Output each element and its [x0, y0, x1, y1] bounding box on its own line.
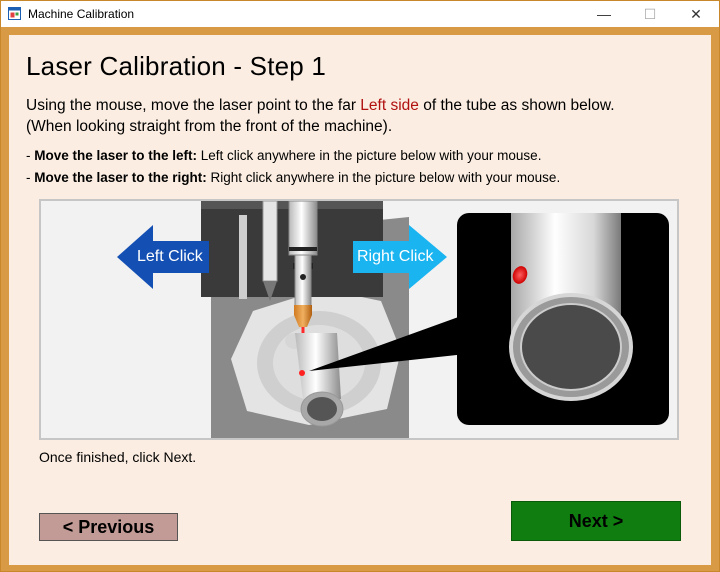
instruction-part-1: Using the mouse, move the laser point to…	[26, 97, 361, 114]
bullet-right-title: Move the laser to the right:	[34, 170, 207, 185]
minimize-button[interactable]: —	[581, 1, 627, 27]
previous-button[interactable]: < Previous	[39, 513, 178, 541]
laser-spot-small	[299, 370, 305, 376]
next-button[interactable]: Next >	[511, 501, 681, 541]
bullet-move-left: - Move the laser to the left: Left click…	[26, 148, 541, 163]
app-window: Machine Calibration — ☐ ✕ Laser Calibrat…	[0, 0, 720, 572]
bullet-move-right: - Move the laser to the right: Right cli…	[26, 170, 560, 185]
close-button[interactable]: ✕	[673, 1, 719, 27]
maximize-button[interactable]: ☐	[627, 1, 673, 27]
instruction-highlight: Left side	[360, 97, 419, 114]
laser-column	[288, 201, 318, 256]
title-bar: Machine Calibration — ☐ ✕	[1, 1, 719, 27]
calibration-picture[interactable]: Left Click Right Click	[39, 199, 679, 440]
bullet-right-text: Right click anywhere in the picture belo…	[206, 170, 561, 185]
finished-hint: Once finished, click Next.	[39, 449, 197, 465]
machine-illustration	[117, 201, 669, 438]
left-arrow	[117, 225, 209, 289]
bullet-left-title: Move the laser to the left:	[34, 148, 198, 163]
window-title: Machine Calibration	[28, 7, 135, 21]
instruction-part-2: of the tube as shown below.	[418, 97, 615, 114]
bullet-prefix: -	[26, 148, 35, 163]
bullet-prefix: -	[26, 170, 35, 185]
bullet-left-text: Left click anywhere in the picture below…	[197, 148, 542, 163]
instruction-text: Using the mouse, move the laser point to…	[26, 95, 706, 137]
page-title: Laser Calibration - Step 1	[26, 51, 327, 81]
dialog-body: Laser Calibration - Step 1 Using the mou…	[9, 35, 711, 565]
app-icon	[8, 7, 21, 20]
instruction-line-2: (When looking straight from the front of…	[26, 118, 393, 135]
